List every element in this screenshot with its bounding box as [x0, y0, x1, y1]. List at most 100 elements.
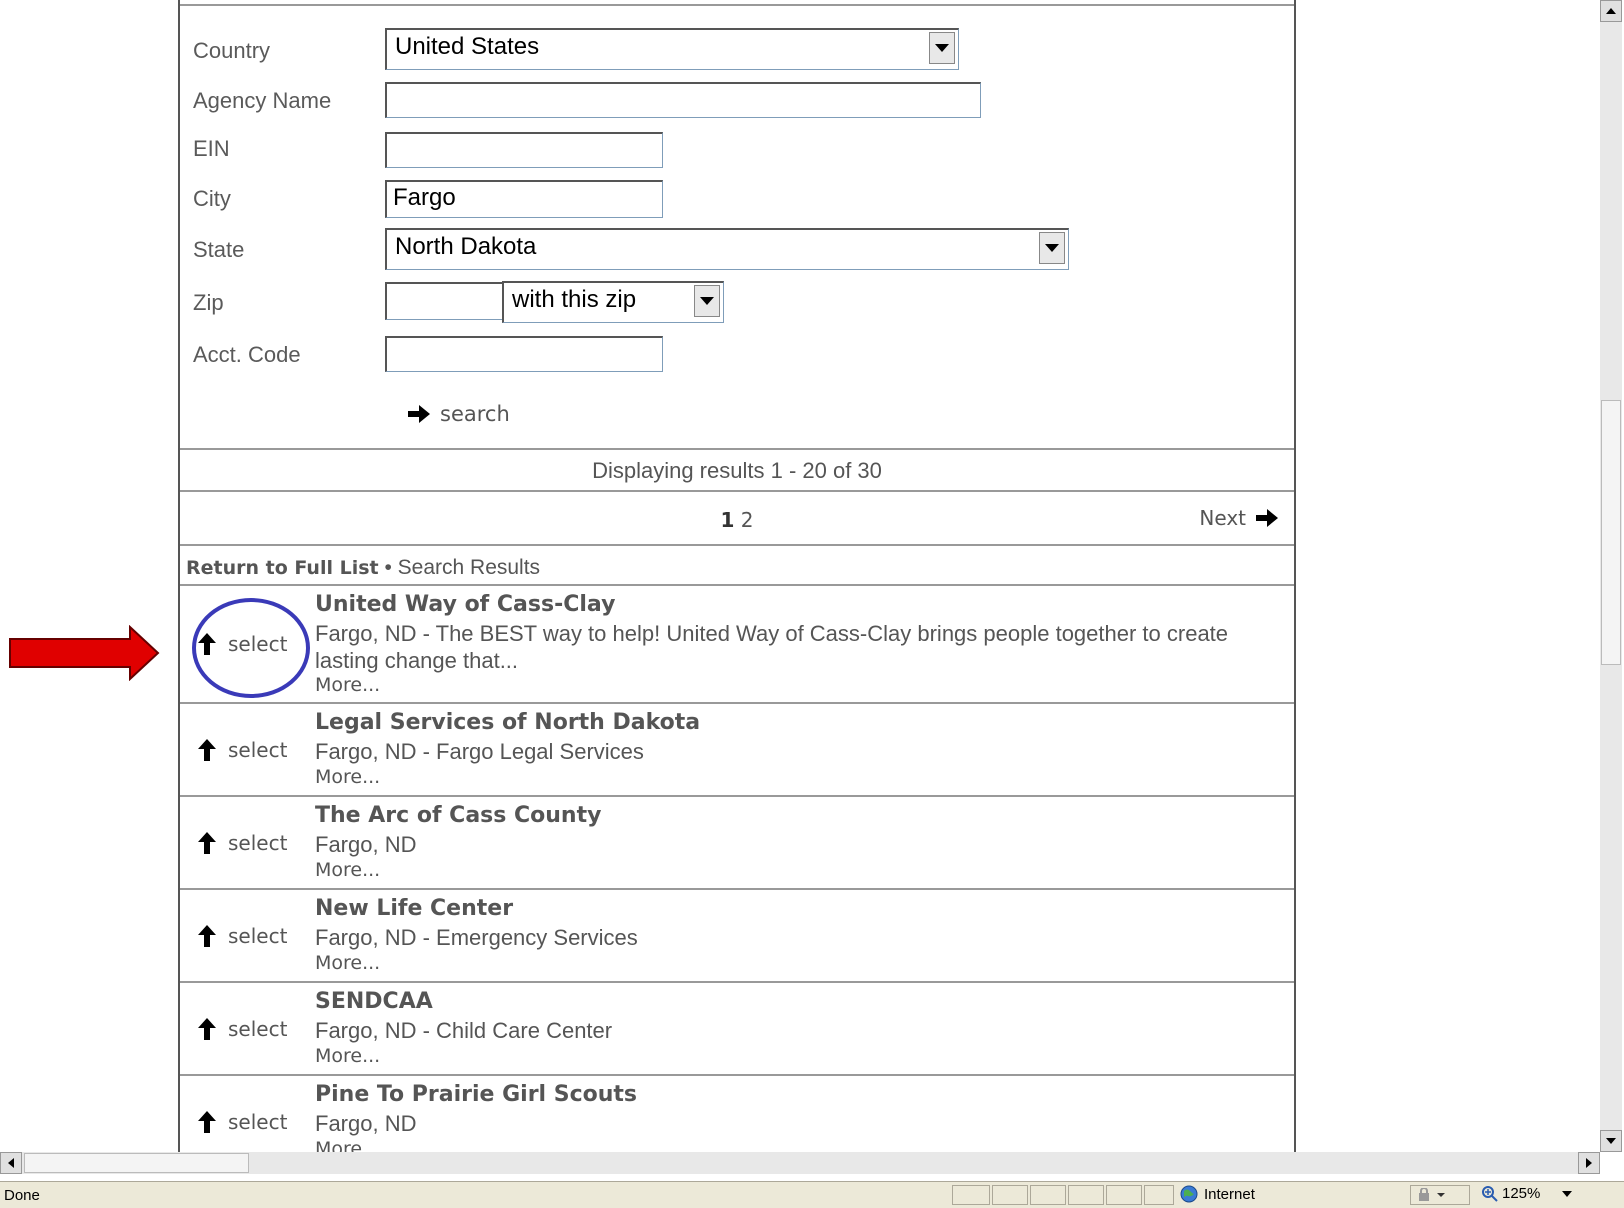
- country-dropdown-button[interactable]: [929, 32, 955, 64]
- more-link[interactable]: More...: [315, 952, 380, 974]
- result-description: Fargo, ND: [315, 832, 417, 857]
- select-label: select: [228, 1017, 288, 1041]
- zoom-level: 125%: [1502, 1185, 1541, 1202]
- status-cell: [1030, 1185, 1066, 1205]
- ein-input[interactable]: [385, 132, 663, 168]
- pagination: 1 2: [180, 508, 1294, 532]
- acct-code-input[interactable]: [385, 336, 663, 372]
- protected-mode-cell[interactable]: [1410, 1185, 1470, 1205]
- zip-mode-value: with this zip: [512, 286, 637, 313]
- chevron-down-icon: [1045, 244, 1059, 252]
- result-name[interactable]: Pine To Prairie Girl Scouts: [315, 1082, 637, 1107]
- arrow-up-icon: [198, 832, 216, 854]
- page-2-link[interactable]: 2: [741, 508, 754, 532]
- agency-name-label: Agency Name: [193, 88, 332, 113]
- chevron-down-icon: [935, 44, 949, 52]
- more-link[interactable]: More...: [315, 1045, 380, 1067]
- status-cell: [1144, 1185, 1174, 1205]
- state-select[interactable]: North Dakota: [385, 228, 1069, 270]
- select-label: select: [228, 1110, 288, 1134]
- result-name[interactable]: United Way of Cass-Clay: [315, 592, 615, 617]
- result-description: Fargo, ND - Emergency Services: [315, 925, 638, 950]
- result-row: select United Way of Cass-Clay Fargo, ND…: [180, 584, 1294, 704]
- result-description: Fargo, ND - The BEST way to help! United…: [315, 621, 1229, 673]
- scroll-right-button[interactable]: [1578, 1152, 1600, 1174]
- next-page-link[interactable]: Next: [1199, 506, 1278, 530]
- chevron-up-icon: [1606, 8, 1616, 14]
- globe-icon: [1180, 1185, 1198, 1203]
- arrow-right-icon: [408, 405, 430, 423]
- zip-mode-select[interactable]: with this zip: [502, 281, 724, 323]
- result-row: select SENDCAA Fargo, ND - Child Care Ce…: [180, 981, 1294, 1075]
- result-description: Fargo, ND: [315, 1111, 417, 1136]
- ein-label: EIN: [193, 136, 230, 161]
- panel-top-border: [180, 4, 1294, 6]
- result-row: select New Life Center Fargo, ND - Emerg…: [180, 888, 1294, 982]
- more-link[interactable]: More...: [315, 674, 380, 696]
- scroll-up-button[interactable]: [1600, 0, 1622, 22]
- state-select-value: North Dakota: [395, 233, 537, 260]
- acct-code-label: Acct. Code: [193, 342, 301, 367]
- next-label: Next: [1199, 506, 1246, 530]
- search-button[interactable]: search: [408, 402, 510, 426]
- agency-name-input[interactable]: [385, 82, 981, 118]
- status-cell: [1068, 1185, 1104, 1205]
- select-label: select: [228, 924, 288, 948]
- select-button[interactable]: select: [198, 1110, 287, 1134]
- annotation-arrow-icon: [9, 625, 160, 681]
- zip-mode-dropdown-button[interactable]: [694, 285, 720, 317]
- city-input[interactable]: Fargo: [385, 180, 663, 218]
- select-label: select: [228, 738, 288, 762]
- status-cell: [952, 1185, 990, 1205]
- scroll-left-button[interactable]: [0, 1152, 22, 1174]
- arrow-up-icon: [198, 1111, 216, 1133]
- zone-label: Internet: [1204, 1185, 1255, 1203]
- country-select[interactable]: United States: [385, 28, 959, 70]
- divider: [180, 544, 1294, 546]
- result-name[interactable]: Legal Services of North Dakota: [315, 710, 700, 735]
- more-link[interactable]: More...: [315, 766, 380, 788]
- city-label: City: [193, 186, 231, 211]
- result-description: Fargo, ND - Child Care Center: [315, 1018, 613, 1043]
- country-label: Country: [193, 38, 271, 63]
- select-button[interactable]: select: [198, 831, 287, 855]
- return-to-full-list-link[interactable]: Return to Full List: [186, 557, 379, 579]
- chevron-down-icon: [1606, 1138, 1616, 1144]
- vertical-scroll-thumb[interactable]: [1601, 400, 1621, 665]
- chevron-down-icon: [1562, 1190, 1573, 1197]
- select-button[interactable]: select: [198, 1017, 287, 1041]
- arrow-up-icon: [198, 739, 216, 761]
- status-cell: [1106, 1185, 1142, 1205]
- breadcrumb-separator: •: [384, 556, 392, 579]
- result-name[interactable]: SENDCAA: [315, 989, 433, 1014]
- zip-label: Zip: [193, 290, 224, 315]
- status-text: Done: [4, 1187, 40, 1204]
- result-row: select The Arc of Cass County Fargo, ND …: [180, 795, 1294, 889]
- horizontal-scroll-thumb[interactable]: [24, 1153, 249, 1173]
- arrow-up-icon: [198, 925, 216, 947]
- zip-input[interactable]: [385, 282, 503, 320]
- search-panel: Country United States Agency Name EIN Ci…: [178, 0, 1296, 1152]
- chevron-left-icon: [8, 1158, 14, 1168]
- more-link[interactable]: More...: [315, 859, 380, 881]
- result-row: select Pine To Prairie Girl Scouts Fargo…: [180, 1074, 1294, 1152]
- security-zone: Internet: [1180, 1185, 1255, 1203]
- divider: [180, 490, 1294, 492]
- arrow-right-icon: [1256, 509, 1278, 527]
- select-button[interactable]: select: [198, 924, 287, 948]
- arrow-up-icon: [198, 1018, 216, 1040]
- state-dropdown-button[interactable]: [1039, 232, 1065, 264]
- zoom-icon: [1482, 1185, 1498, 1202]
- results-count: Displaying results 1 - 20 of 30: [592, 458, 882, 483]
- annotation-circle: [192, 598, 310, 698]
- status-bar: Done Internet 125%: [0, 1181, 1624, 1208]
- select-button[interactable]: select: [198, 738, 287, 762]
- scroll-down-button[interactable]: [1600, 1130, 1622, 1152]
- more-link[interactable]: More...: [315, 1138, 380, 1152]
- state-label: State: [193, 237, 245, 262]
- result-name[interactable]: New Life Center: [315, 896, 513, 921]
- zoom-control[interactable]: 125%: [1482, 1185, 1573, 1202]
- result-name[interactable]: The Arc of Cass County: [315, 803, 601, 828]
- status-cell: [992, 1185, 1028, 1205]
- page-1-link[interactable]: 1: [720, 508, 734, 532]
